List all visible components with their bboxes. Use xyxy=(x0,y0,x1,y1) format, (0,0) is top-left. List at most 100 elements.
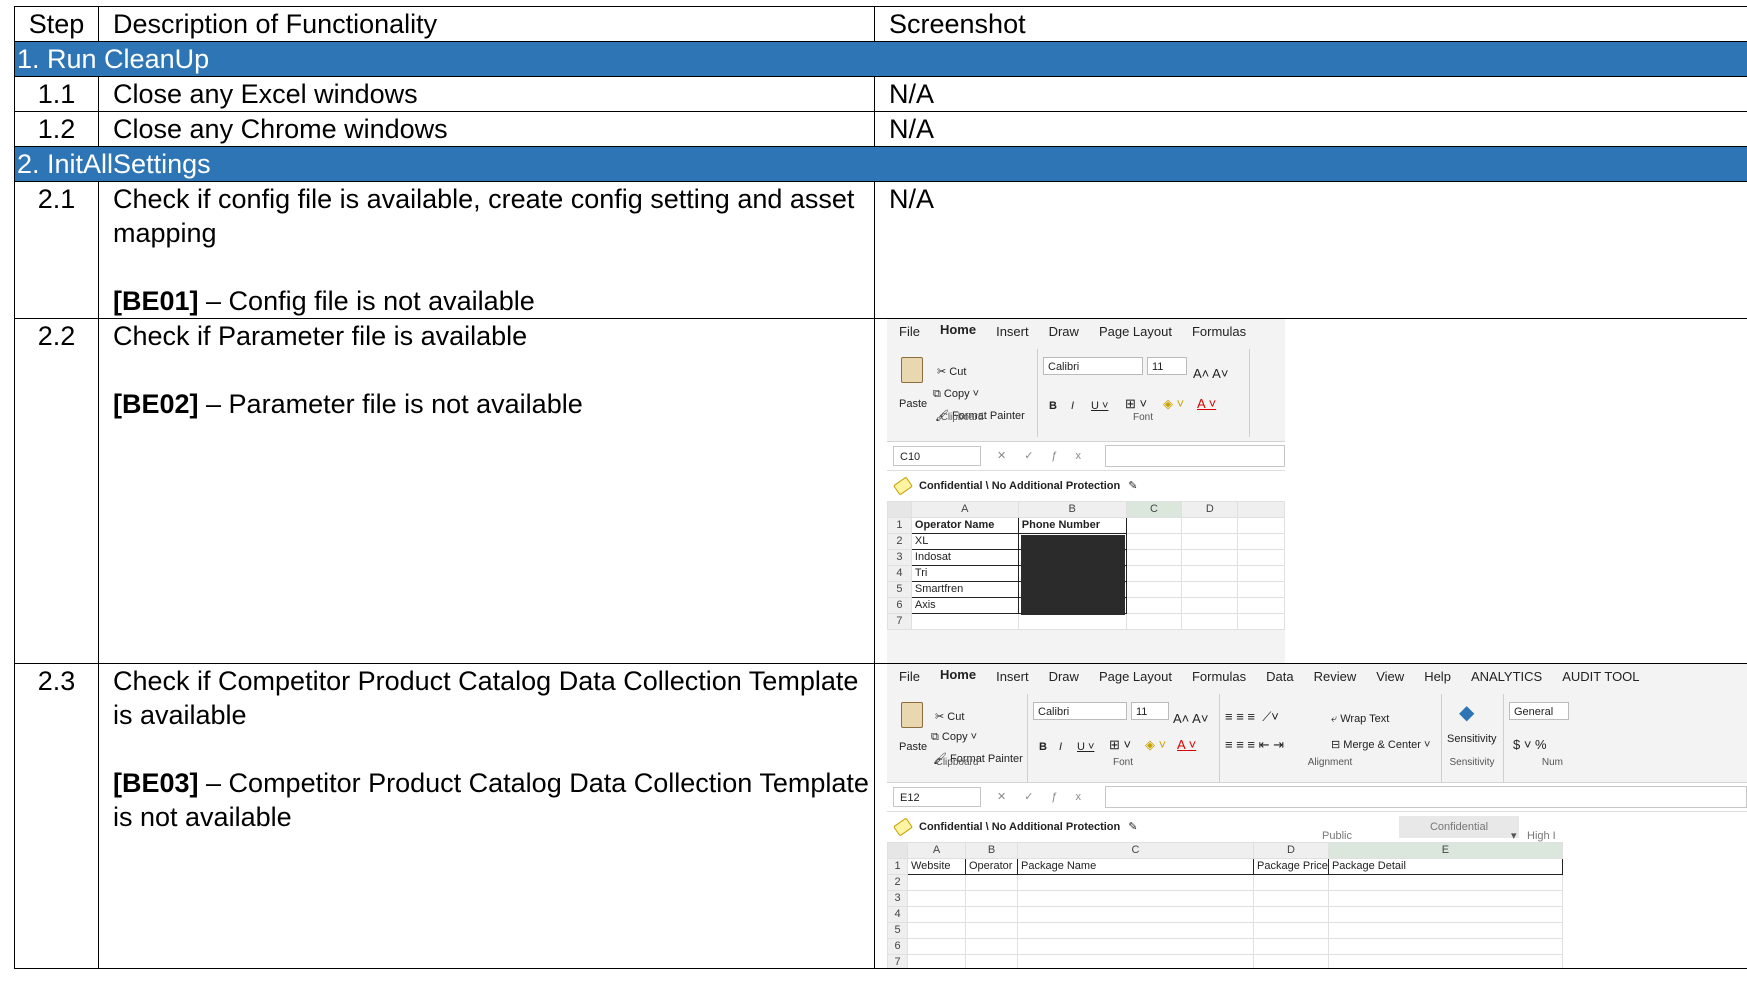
row-header[interactable]: 2 xyxy=(887,874,908,891)
name-box[interactable]: C10 xyxy=(893,446,981,466)
grow-font-icon[interactable]: A˄ A˅ xyxy=(1193,357,1228,391)
paste-icon[interactable] xyxy=(901,702,923,728)
cell-b[interactable] xyxy=(965,890,1018,907)
cell-a[interactable]: Website xyxy=(907,858,966,875)
pencil-icon[interactable]: ✎ xyxy=(1128,810,1137,844)
font-size-select[interactable]: 11 xyxy=(1147,357,1187,375)
cell-e[interactable] xyxy=(1327,890,1563,907)
cell-d[interactable] xyxy=(1253,874,1329,891)
cell-b[interactable] xyxy=(965,922,1018,939)
row-header[interactable]: 4 xyxy=(887,906,908,923)
cell-e[interactable] xyxy=(1237,517,1285,534)
cell-c[interactable] xyxy=(1125,597,1183,614)
cell-a[interactable] xyxy=(907,874,966,891)
cell-d[interactable] xyxy=(1253,954,1329,968)
cell-e[interactable] xyxy=(1237,613,1285,630)
column-header[interactable]: A xyxy=(910,501,1019,518)
row-header[interactable]: 5 xyxy=(887,581,912,598)
cell-c[interactable] xyxy=(1125,533,1183,550)
cell-e[interactable]: Package Detail xyxy=(1327,858,1563,875)
cell-e[interactable] xyxy=(1327,954,1563,968)
select-all-corner[interactable] xyxy=(887,842,908,859)
row-header[interactable]: 3 xyxy=(887,549,912,566)
column-header[interactable]: D xyxy=(1181,501,1239,518)
cell-b[interactable] xyxy=(965,906,1018,923)
font-name-select[interactable]: Calibri xyxy=(1043,357,1143,375)
select-all-corner[interactable] xyxy=(887,501,912,518)
row-header[interactable]: 7 xyxy=(887,954,908,968)
cell-a[interactable]: Tri xyxy=(910,565,1019,582)
cell-c[interactable] xyxy=(1017,890,1254,907)
row-header[interactable]: 3 xyxy=(887,890,908,907)
row-header[interactable]: 1 xyxy=(887,517,912,534)
cell-d[interactable] xyxy=(1181,613,1239,630)
cell-a[interactable] xyxy=(907,890,966,907)
cell-d[interactable] xyxy=(1253,906,1329,923)
cell-d[interactable] xyxy=(1181,517,1239,534)
cell-c[interactable] xyxy=(1125,549,1183,566)
column-header[interactable]: C xyxy=(1017,842,1254,859)
font-name-select[interactable]: Calibri xyxy=(1033,702,1127,720)
row-header[interactable]: 6 xyxy=(887,938,908,955)
number-format-select[interactable]: General xyxy=(1509,702,1569,720)
cell-d[interactable] xyxy=(1253,922,1329,939)
cell-a[interactable] xyxy=(907,922,966,939)
font-size-select[interactable]: 11 xyxy=(1131,702,1169,720)
cell-d[interactable] xyxy=(1181,549,1239,566)
cell-d[interactable] xyxy=(1253,938,1329,955)
row-header[interactable]: 5 xyxy=(887,922,908,939)
cell-c[interactable]: Package Name xyxy=(1017,858,1254,875)
column-header[interactable]: D xyxy=(1253,842,1329,859)
column-header[interactable] xyxy=(1237,501,1285,518)
cell-e[interactable] xyxy=(1237,533,1285,550)
cell-a[interactable]: Indosat xyxy=(910,549,1019,566)
cell-a[interactable]: Axis xyxy=(910,597,1019,614)
column-header[interactable]: C xyxy=(1125,501,1183,518)
name-box[interactable]: E12 xyxy=(893,787,981,807)
cell-a[interactable] xyxy=(907,938,966,955)
paste-icon[interactable] xyxy=(901,357,923,383)
pencil-icon[interactable]: ✎ xyxy=(1128,469,1137,503)
row-header[interactable]: 6 xyxy=(887,597,912,614)
cell-d[interactable]: Package Price xyxy=(1253,858,1329,875)
cell-e[interactable] xyxy=(1237,549,1285,566)
cell-b[interactable] xyxy=(1017,613,1127,630)
row-header[interactable]: 7 xyxy=(887,613,912,630)
cell-d[interactable] xyxy=(1181,533,1239,550)
row-header[interactable]: 1 xyxy=(887,858,908,875)
cell-e[interactable] xyxy=(1237,565,1285,582)
cell-d[interactable] xyxy=(1181,565,1239,582)
cell-b[interactable]: Operator xyxy=(965,858,1018,875)
row-header[interactable]: 4 xyxy=(887,565,912,582)
column-header[interactable]: E xyxy=(1327,842,1563,859)
cell-c[interactable] xyxy=(1017,954,1254,968)
cell-d[interactable] xyxy=(1181,581,1239,598)
cell-a[interactable] xyxy=(907,906,966,923)
cell-a[interactable] xyxy=(907,954,966,968)
label-confidential[interactable]: Confidential xyxy=(1399,816,1519,838)
cell-b[interactable] xyxy=(965,954,1018,968)
cell-c[interactable] xyxy=(1125,517,1183,534)
column-header[interactable]: B xyxy=(1017,501,1127,518)
cell-a[interactable]: Operator Name xyxy=(910,517,1019,534)
cell-e[interactable] xyxy=(1237,597,1285,614)
cell-b[interactable]: Phone Number xyxy=(1017,517,1127,534)
cell-c[interactable] xyxy=(1017,906,1254,923)
row-header[interactable]: 2 xyxy=(887,533,912,550)
cell-e[interactable] xyxy=(1237,581,1285,598)
formula-input[interactable] xyxy=(1105,445,1285,467)
cell-c[interactable] xyxy=(1017,874,1254,891)
cell-e[interactable] xyxy=(1327,906,1563,923)
cell-b[interactable] xyxy=(965,874,1018,891)
cell-c[interactable] xyxy=(1017,922,1254,939)
cell-e[interactable] xyxy=(1327,938,1563,955)
cell-a[interactable] xyxy=(910,613,1019,630)
cell-e[interactable] xyxy=(1327,874,1563,891)
cell-c[interactable] xyxy=(1125,565,1183,582)
formula-input[interactable] xyxy=(1105,786,1747,808)
cell-e[interactable] xyxy=(1327,922,1563,939)
cell-b[interactable] xyxy=(965,938,1018,955)
cell-a[interactable]: Smartfren xyxy=(910,581,1019,598)
cell-c[interactable] xyxy=(1125,613,1183,630)
column-header[interactable]: B xyxy=(965,842,1018,859)
